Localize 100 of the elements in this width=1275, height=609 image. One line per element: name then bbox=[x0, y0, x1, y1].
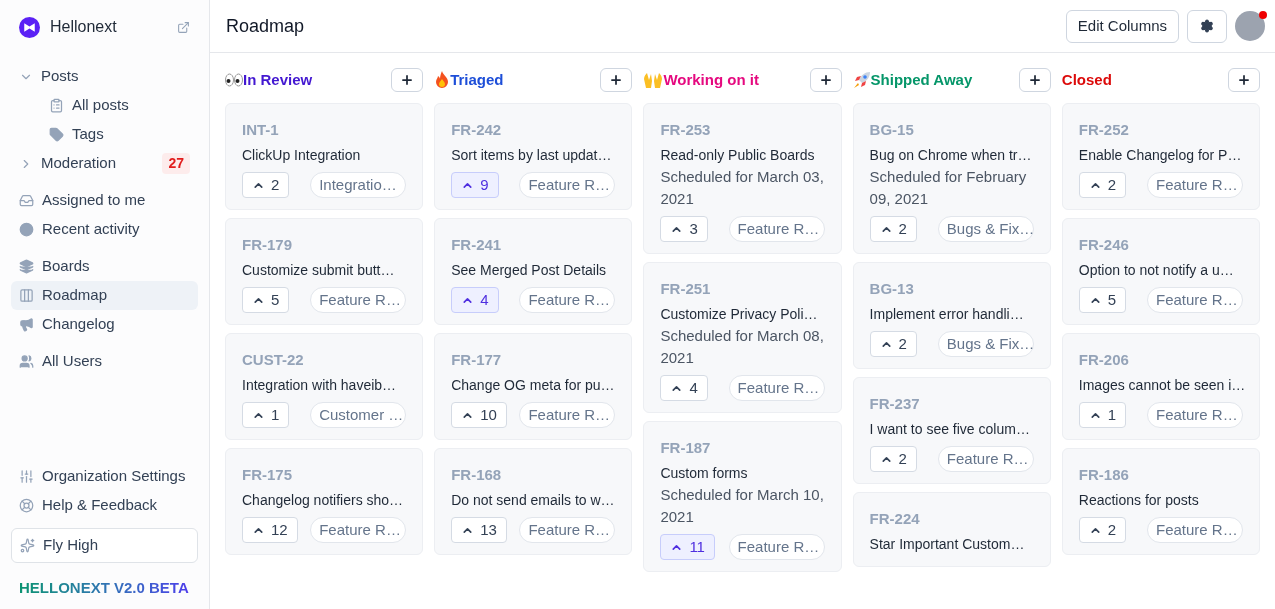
upvote-button[interactable]: 13 bbox=[451, 517, 507, 543]
eyes-icon bbox=[225, 73, 243, 87]
upvote-button[interactable]: 12 bbox=[242, 517, 298, 543]
users-icon bbox=[19, 354, 34, 369]
category-tag: Feature R… bbox=[310, 517, 407, 543]
nav-item[interactable]: Boards bbox=[11, 252, 198, 281]
category-tag: Feature R… bbox=[1147, 402, 1243, 428]
category-tag: Bugs & Fix… bbox=[937, 331, 1034, 357]
post-card[interactable]: FR-168 Do not send emails to w… 13 Feature R… bbox=[434, 448, 633, 555]
add-card-button[interactable] bbox=[391, 68, 424, 92]
nav-item[interactable]: Recent activity bbox=[11, 215, 198, 244]
post-card[interactable]: FR-237 I want to see five colum… 2 Feature R… bbox=[852, 377, 1051, 484]
category-tag: Feature R… bbox=[519, 172, 616, 198]
post-title: See Merged Post Details bbox=[451, 261, 608, 280]
clock-icon bbox=[19, 222, 34, 237]
post-card[interactable]: FR-224 Star Important Custom… bbox=[852, 492, 1051, 567]
post-card[interactable]: BG-15 Bug on Chrome when tr… Scheduled for February 09, 2021 2 Bugs & Fix… bbox=[852, 103, 1051, 254]
category-tag: Integratio… bbox=[310, 172, 407, 198]
post-id: BG-13 bbox=[869, 279, 915, 299]
post-title: Do not send emails to w… bbox=[451, 491, 616, 510]
upvote-button[interactable]: 9 bbox=[451, 172, 499, 198]
edit-columns-button[interactable]: Edit Columns bbox=[1065, 9, 1179, 43]
upvote-button[interactable]: 1 bbox=[242, 402, 290, 428]
category-tag: Feature R… bbox=[728, 534, 825, 560]
upvote-button[interactable]: 4 bbox=[451, 287, 499, 313]
post-card[interactable]: FR-241 See Merged Post Details 4 Feature R… bbox=[434, 218, 633, 325]
nav-group[interactable]: Moderation 27 bbox=[11, 149, 198, 178]
post-id: FR-186 bbox=[1078, 465, 1130, 485]
rocket-icon bbox=[852, 71, 871, 89]
category-tag: Feature R… bbox=[310, 287, 407, 313]
sliders-icon bbox=[19, 468, 34, 484]
settings-icon bbox=[1200, 19, 1214, 33]
category-tag: Feature R… bbox=[519, 517, 616, 543]
post-title: Change OG meta for pu… bbox=[451, 376, 616, 395]
post-id: FR-224 bbox=[869, 509, 921, 529]
post-title: Customize Privacy Poli… bbox=[660, 305, 819, 324]
upvote-button[interactable]: 2 bbox=[869, 446, 917, 472]
nav-item[interactable]: Assigned to me bbox=[11, 186, 198, 215]
upvote-button[interactable]: 5 bbox=[242, 287, 290, 313]
lifebuoy-icon bbox=[19, 497, 34, 513]
post-title: Implement error handli… bbox=[869, 305, 1025, 324]
upvote-button[interactable]: 10 bbox=[451, 402, 507, 428]
brand-name: Hellonext bbox=[50, 17, 118, 37]
post-card[interactable]: FR-177 Change OG meta for pu… 10 Feature R… bbox=[434, 333, 633, 440]
inbox-icon bbox=[19, 193, 34, 208]
add-card-button[interactable] bbox=[1018, 68, 1051, 92]
upvote-button[interactable]: 2 bbox=[869, 216, 917, 242]
post-card[interactable]: FR-179 Customize submit butt… 5 Feature R… bbox=[225, 218, 424, 325]
post-id: FR-251 bbox=[660, 279, 712, 299]
upvote-button[interactable]: 4 bbox=[660, 375, 708, 401]
nav-item[interactable]: Organization Settings bbox=[11, 461, 198, 491]
fly-high-button[interactable]: Fly High bbox=[11, 527, 198, 563]
nav-item[interactable]: Changelog bbox=[11, 310, 198, 339]
upvote-button[interactable]: 3 bbox=[660, 216, 708, 242]
upvote-button[interactable]: 2 bbox=[1078, 172, 1127, 198]
schedule-text: Scheduled for February 09, 2021 bbox=[869, 167, 1028, 209]
post-card[interactable]: FR-251 Customize Privacy Poli… Scheduled for March 08, 2021 4 Feature R… bbox=[643, 262, 842, 413]
post-card[interactable]: FR-252 Enable Changelog for P… 2 Feature R… bbox=[1061, 103, 1260, 210]
upvote-button[interactable]: 2 bbox=[242, 172, 290, 198]
upvote-button[interactable]: 2 bbox=[1078, 517, 1127, 543]
post-card[interactable]: FR-175 Changelog notifiers sho… 12 Feature R… bbox=[225, 448, 424, 555]
post-card[interactable]: FR-187 Custom forms Scheduled for March 10, 2021 11 Feature R… bbox=[643, 421, 842, 572]
post-card[interactable]: FR-206 Images cannot be seen i… 1 Feature R… bbox=[1061, 333, 1260, 440]
add-card-button[interactable] bbox=[1228, 68, 1260, 92]
nav-item[interactable]: All posts bbox=[11, 91, 198, 120]
settings-button[interactable] bbox=[1187, 9, 1227, 43]
schedule-text: Scheduled for March 03, 2021 bbox=[660, 167, 825, 209]
count-badge: 27 bbox=[162, 153, 190, 174]
post-card[interactable]: FR-242 Sort items by last updat… 9 Feature R… bbox=[434, 103, 633, 210]
post-card[interactable]: CUST-22 Integration with haveib… 1 Customer … bbox=[225, 333, 424, 440]
add-card-button[interactable] bbox=[809, 68, 842, 92]
upvote-button[interactable]: 11 bbox=[660, 534, 715, 560]
plus-icon bbox=[400, 73, 415, 87]
upvote-button[interactable]: 5 bbox=[1078, 287, 1127, 313]
nav-item[interactable]: Help & Feedback bbox=[11, 490, 198, 520]
post-id: FR-177 bbox=[451, 350, 503, 370]
post-id: FR-242 bbox=[451, 120, 503, 140]
post-card[interactable]: INT-1 ClickUp Integration 2 Integratio… bbox=[225, 103, 424, 210]
post-title: Images cannot be seen i… bbox=[1078, 376, 1243, 395]
post-title: Customize submit butt… bbox=[242, 261, 396, 280]
nav-group[interactable]: Posts bbox=[11, 62, 198, 91]
nav-item[interactable]: Roadmap bbox=[11, 281, 198, 310]
schedule-text: Scheduled for March 08, 2021 bbox=[660, 326, 825, 368]
upvote-button[interactable]: 2 bbox=[869, 331, 917, 357]
post-card[interactable]: BG-13 Implement error handli… 2 Bugs & Fix… bbox=[852, 262, 1051, 369]
category-tag: Feature R… bbox=[937, 446, 1034, 472]
add-card-button[interactable] bbox=[600, 68, 633, 92]
post-card[interactable]: FR-186 Reactions for posts 2 Feature R… bbox=[1061, 448, 1260, 555]
nav-item[interactable]: All Users bbox=[11, 347, 198, 376]
upvote-button[interactable]: 1 bbox=[1078, 402, 1127, 428]
user-avatar[interactable] bbox=[1235, 11, 1265, 41]
plus-icon bbox=[1237, 73, 1251, 87]
category-tag: Feature R… bbox=[728, 375, 825, 401]
post-id: FR-253 bbox=[660, 120, 712, 140]
post-id: FR-175 bbox=[242, 465, 294, 485]
post-card[interactable]: FR-246 Option to not notify a u… 5 Feature R… bbox=[1061, 218, 1260, 325]
post-card[interactable]: FR-253 Read-only Public Boards Scheduled for March 03, 2021 3 Feature R… bbox=[643, 103, 842, 254]
post-title: Enable Changelog for P… bbox=[1078, 146, 1243, 165]
nav-item[interactable]: Tags bbox=[11, 120, 198, 149]
sparkle-icon bbox=[20, 537, 35, 553]
